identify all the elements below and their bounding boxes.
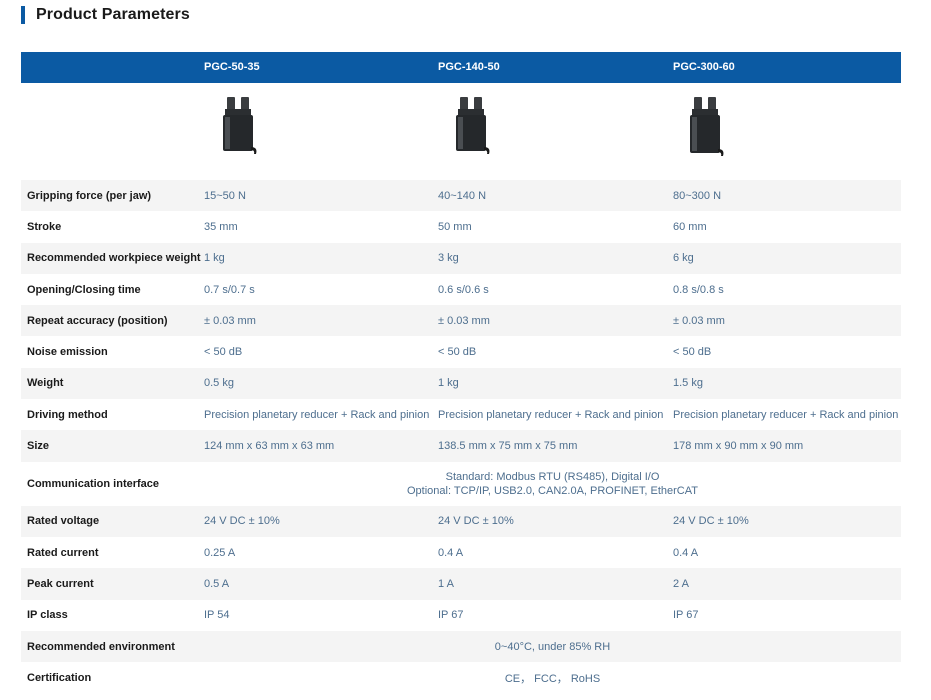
table-row-workpiece-weight: Recommended workpiece weight 1 kg 3 kg 6…: [21, 242, 901, 274]
row-label: Communication interface: [27, 477, 160, 490]
page-title: Product Parameters: [36, 6, 190, 23]
row-label: Size: [27, 440, 50, 453]
row-value-pgc-140-50: 40~140 N: [438, 189, 487, 202]
title-accent-bar: [21, 6, 25, 24]
table-header: PGC-50-35 PGC-140-50 PGC-300-60: [21, 52, 901, 83]
row-value-pgc-300-60: ± 0.03 mm: [673, 314, 725, 327]
row-value-pgc-140-50: 24 V DC ± 10%: [438, 515, 514, 528]
row-value-pgc-300-60: 6 kg: [673, 252, 694, 265]
table-row-opening-closing-time: Opening/Closing time 0.7 s/0.7 s 0.6 s/0…: [21, 274, 901, 305]
comm-optional-line: Optional: TCP/IP, USB2.0, CAN2.0A, PROFI…: [407, 484, 698, 497]
row-label: Rated voltage: [27, 515, 100, 528]
row-label: Noise emission: [27, 346, 108, 359]
row-value-pgc-140-50: ± 0.03 mm: [438, 314, 490, 327]
row-value-pgc-50-35: ± 0.03 mm: [204, 314, 256, 327]
row-value-pgc-50-35: 0.25 A: [204, 546, 236, 559]
row-value-pgc-50-35: IP 54: [204, 609, 230, 622]
model-header-pgc-50-35: PGC-50-35: [204, 61, 260, 73]
table-row-certification: Certification CE， FCC， RoHS: [21, 662, 901, 693]
row-value-pgc-300-60: < 50 dB: [673, 346, 712, 359]
row-value-pgc-140-50: 138.5 mm x 75 mm x 75 mm: [438, 440, 578, 453]
table-row-weight: Weight 0.5 kg 1 kg 1.5 kg: [21, 367, 901, 400]
row-value-pgc-300-60: 0.4 A: [673, 546, 699, 559]
table-row-noise-emission: Noise emission < 50 dB < 50 dB < 50 dB: [21, 336, 901, 367]
row-label: Peak current: [27, 577, 94, 590]
gripper-product-image-2: [456, 97, 490, 154]
row-value-pgc-140-50: 1 kg: [438, 377, 459, 390]
gripper-product-image-1: [223, 97, 257, 154]
table-row-peak-current: Peak current 0.5 A 1 A 2 A: [21, 568, 901, 600]
row-label: Opening/Closing time: [27, 283, 141, 296]
table-row-rated-current: Rated current 0.25 A 0.4 A 0.4 A: [21, 537, 901, 568]
row-value-pgc-140-50: Precision planetary reducer + Rack and p…: [438, 408, 664, 421]
row-value-span: Standard: Modbus RTU (RS485), Digital I/…: [204, 462, 901, 506]
comm-standard-line: Standard: Modbus RTU (RS485), Digital I/…: [445, 470, 660, 483]
row-value-pgc-140-50: 3 kg: [438, 252, 459, 265]
row-label: Rated current: [27, 546, 99, 559]
row-value-pgc-300-60: 60 mm: [673, 220, 707, 233]
row-value-pgc-300-60: 80~300 N: [673, 189, 722, 202]
table-row-rated-voltage: Rated voltage 24 V DC ± 10% 24 V DC ± 10…: [21, 505, 901, 537]
row-label: Recommended workpiece weight: [27, 252, 201, 265]
row-value-pgc-300-60: 2 A: [673, 577, 689, 590]
row-label: Recommended environment: [27, 640, 175, 653]
row-label: IP class: [27, 609, 68, 622]
row-label: Gripping force (per jaw): [27, 189, 152, 202]
row-label: Certification: [27, 671, 92, 684]
table-row-ip-class: IP class IP 54 IP 67 IP 67: [21, 600, 901, 631]
row-label: Driving method: [27, 408, 108, 421]
row-value-pgc-140-50: 0.6 s/0.6 s: [438, 283, 489, 296]
product-images-row: [21, 83, 901, 180]
row-value-pgc-50-35: 15~50 N: [204, 189, 246, 202]
row-value-pgc-50-35: < 50 dB: [204, 346, 243, 359]
table-row-recommended-environment: Recommended environment 0~40°C, under 85…: [21, 630, 901, 663]
table-row-stroke: Stroke 35 mm 50 mm 60 mm: [21, 211, 901, 242]
table-row-driving-method: Driving method Precision planetary reduc…: [21, 399, 901, 430]
table-row-gripping-force: Gripping force (per jaw) 15~50 N 40~140 …: [21, 180, 901, 212]
row-value-pgc-50-35: 24 V DC ± 10%: [204, 515, 280, 528]
row-value-pgc-300-60: IP 67: [673, 609, 699, 622]
row-value-pgc-50-35: 0.7 s/0.7 s: [204, 283, 255, 296]
row-value-span: CE， FCC， RoHS: [504, 672, 601, 685]
row-value-pgc-50-35: 124 mm x 63 mm x 63 mm: [204, 440, 335, 453]
row-value-pgc-300-60: 178 mm x 90 mm x 90 mm: [673, 440, 804, 453]
row-value-pgc-300-60: Precision planetary reducer + Rack and p…: [673, 408, 899, 421]
row-value-pgc-140-50: 0.4 A: [438, 546, 464, 559]
row-label: Repeat accuracy (position): [27, 314, 168, 327]
gripper-product-image-3: [690, 97, 724, 156]
row-value-pgc-300-60: 24 V DC ± 10%: [673, 515, 749, 528]
table-row-repeat-accuracy: Repeat accuracy (position) ± 0.03 mm ± 0…: [21, 305, 901, 337]
row-value-pgc-140-50: IP 67: [438, 609, 464, 622]
section-header: Product Parameters: [21, 5, 190, 25]
row-value-pgc-50-35: 0.5 A: [204, 577, 230, 590]
row-value-pgc-300-60: 0.8 s/0.8 s: [673, 283, 724, 296]
table-row-communication-interface: Communication interface Standard: Modbus…: [21, 462, 901, 506]
row-label: Stroke: [27, 220, 62, 233]
table-row-size: Size 124 mm x 63 mm x 63 mm 138.5 mm x 7…: [21, 430, 901, 462]
row-value-pgc-50-35: 1 kg: [204, 252, 225, 265]
row-value-pgc-50-35: Precision planetary reducer + Rack and p…: [204, 408, 430, 421]
model-header-pgc-140-50: PGC-140-50: [438, 61, 500, 73]
model-header-pgc-300-60: PGC-300-60: [673, 61, 735, 73]
row-value-pgc-50-35: 35 mm: [204, 220, 238, 233]
parameters-table: PGC-50-35 PGC-140-50 PGC-300-60 Gripping…: [21, 52, 901, 693]
row-value-pgc-50-35: 0.5 kg: [204, 377, 234, 390]
row-value-span: 0~40°C, under 85% RH: [494, 640, 611, 653]
row-value-pgc-140-50: < 50 dB: [438, 346, 477, 359]
row-label: Weight: [27, 377, 64, 390]
row-value-pgc-300-60: 1.5 kg: [673, 377, 703, 390]
row-value-pgc-140-50: 1 A: [438, 577, 454, 590]
row-value-pgc-140-50: 50 mm: [438, 220, 472, 233]
